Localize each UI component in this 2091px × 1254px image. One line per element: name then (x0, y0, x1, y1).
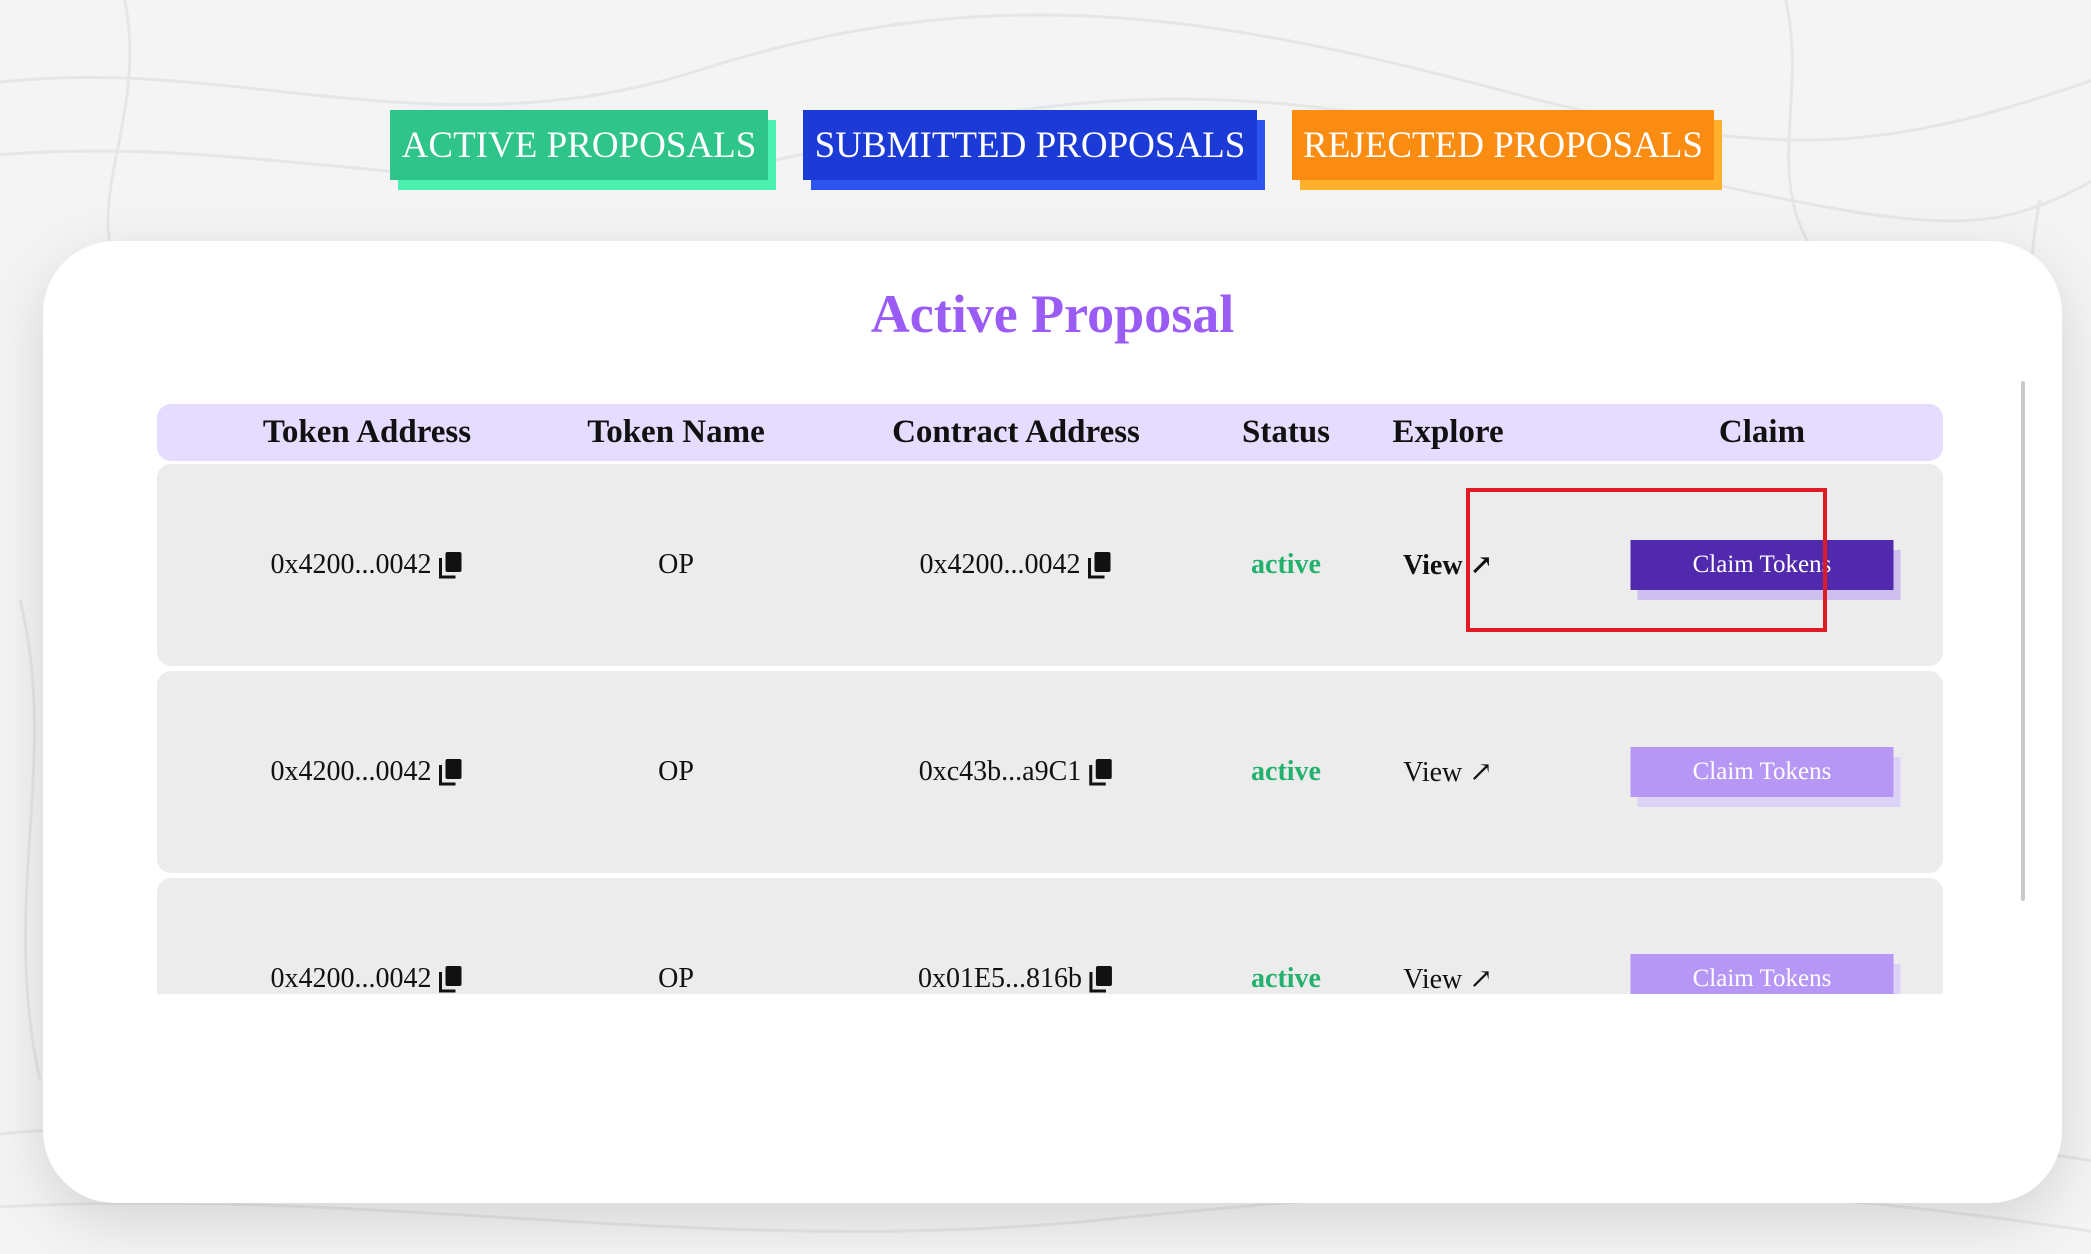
header-explore: Explore (1392, 414, 1504, 450)
copy-icon[interactable] (438, 965, 464, 993)
contract-address-cell: 0x01E5...816b (918, 878, 1114, 994)
token-address-cell: 0x4200...0042 (271, 878, 464, 994)
token-address-cell: 0x4200...0042 (271, 671, 464, 873)
contract-address: 0x4200...0042 (919, 549, 1081, 580)
header-contract-address: Contract Address (892, 414, 1140, 450)
table-header: Token Address Token Name Contract Addres… (157, 404, 1943, 461)
scrollbar[interactable] (2021, 381, 2025, 901)
explore-link[interactable]: View ↗ (1403, 464, 1493, 666)
proposals-card: Active Proposal Token Address Token Name… (43, 241, 2062, 1203)
claim-cell: Claim Tokens (1630, 671, 1894, 873)
copy-icon[interactable] (438, 758, 464, 786)
token-name: OP (658, 963, 694, 994)
tab-submitted-proposals[interactable]: SUBMITTED PROPOSALS (803, 110, 1257, 180)
copy-icon[interactable] (438, 551, 464, 579)
table-row: 0x4200...0042 OP 0xc43b...a9C1 active Vi… (157, 671, 1943, 873)
token-address-cell: 0x4200...0042 (271, 464, 464, 666)
token-name: OP (658, 549, 694, 580)
contract-address-cell: 0xc43b...a9C1 (919, 671, 1114, 873)
explore-link[interactable]: View ↗ (1403, 671, 1492, 873)
claim-tokens-button[interactable]: Claim Tokens (1630, 540, 1894, 590)
status-badge: active (1251, 963, 1321, 994)
token-name: OP (658, 756, 694, 787)
proposal-tabs: ACTIVE PROPOSALS SUBMITTED PROPOSALS REJ… (0, 110, 2091, 190)
page-title: Active Proposal (870, 284, 1235, 344)
tab-active-proposals[interactable]: ACTIVE PROPOSALS (390, 110, 768, 180)
table-row: 0x4200...0042 OP 0x01E5...816b active Vi… (157, 878, 1943, 994)
contract-address: 0x01E5...816b (917, 963, 1083, 994)
header-claim: Claim (1718, 414, 1806, 450)
token-address: 0x4200...0042 (270, 549, 432, 580)
explore-link[interactable]: View ↗ (1403, 878, 1492, 994)
copy-icon[interactable] (1087, 551, 1113, 579)
copy-icon[interactable] (1087, 758, 1113, 786)
tab-rejected-proposals[interactable]: REJECTED PROPOSALS (1292, 110, 1714, 180)
claim-cell: Claim Tokens (1630, 464, 1894, 666)
token-address: 0x4200...0042 (270, 756, 432, 787)
table-body: 0x4200...0042 OP 0x4200...0042 active Vi… (157, 464, 1943, 994)
header-token-address: Token Address (262, 414, 472, 450)
claim-tokens-button[interactable]: Claim Tokens (1630, 954, 1894, 994)
contract-address-cell: 0x4200...0042 (920, 464, 1113, 666)
header-token-name: Token Name (587, 414, 765, 450)
contract-address: 0xc43b...a9C1 (918, 756, 1082, 787)
claim-tokens-button[interactable]: Claim Tokens (1630, 747, 1894, 797)
table-row: 0x4200...0042 OP 0x4200...0042 active Vi… (157, 464, 1943, 666)
token-address: 0x4200...0042 (270, 963, 432, 994)
claim-cell: Claim Tokens (1630, 878, 1894, 994)
status-badge: active (1251, 549, 1321, 580)
copy-icon[interactable] (1088, 965, 1114, 993)
header-status: Status (1241, 414, 1331, 450)
status-badge: active (1251, 756, 1321, 787)
